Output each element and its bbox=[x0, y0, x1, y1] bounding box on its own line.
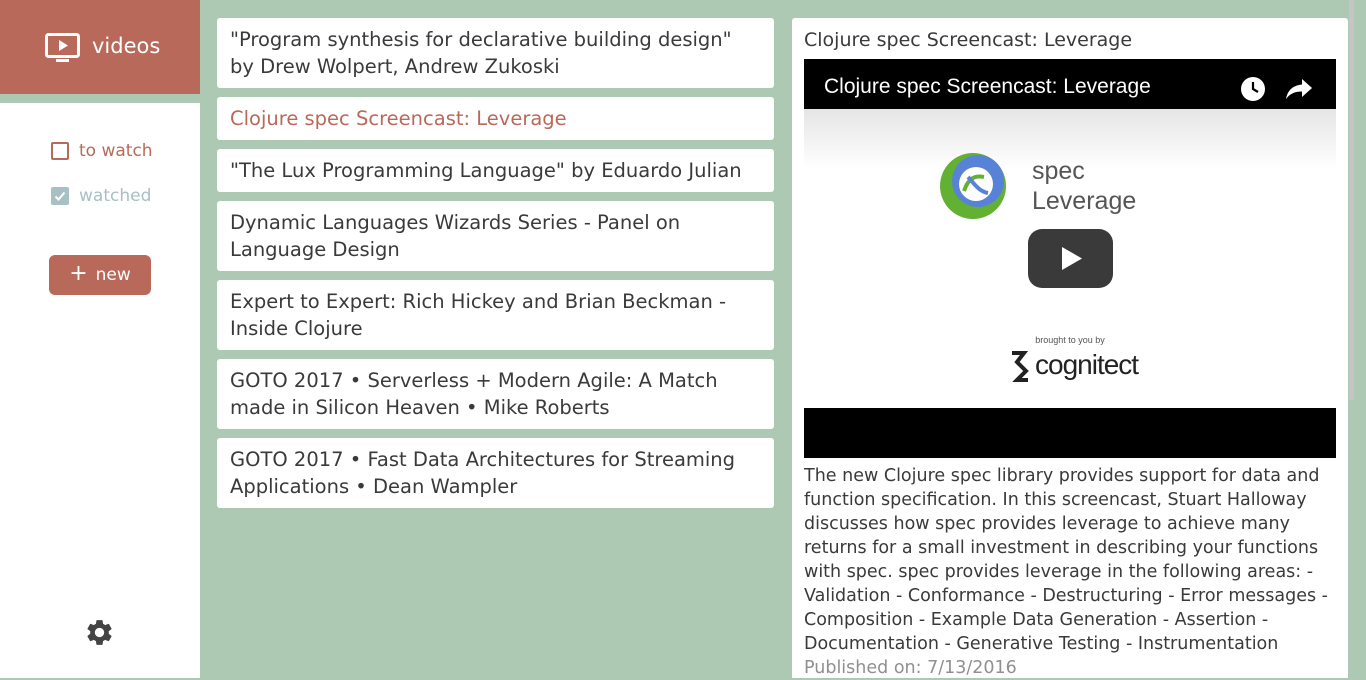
sponsor-name: cognitect bbox=[1035, 349, 1139, 380]
tv-play-icon bbox=[45, 33, 80, 62]
filter-label: watched bbox=[79, 186, 152, 206]
filter-watched[interactable]: watched bbox=[51, 186, 151, 206]
cognitect-logo-icon bbox=[1012, 351, 1029, 382]
video-detail: Clojure spec Screencast: Leverage Clojur… bbox=[792, 18, 1348, 678]
video-description: The new Clojure spec library provides su… bbox=[804, 464, 1336, 680]
filter-to-watch[interactable]: to watch bbox=[51, 141, 153, 161]
filter-label: to watch bbox=[79, 141, 153, 161]
thumbnail-line-2: Leverage bbox=[1032, 187, 1137, 215]
clojure-logo-icon bbox=[940, 153, 1006, 219]
video-list-item[interactable]: "The Lux Programming Language" by Eduard… bbox=[217, 149, 774, 192]
app-header[interactable]: videos bbox=[0, 0, 200, 94]
play-button-icon[interactable] bbox=[1028, 229, 1113, 288]
video-list: "Program synthesis for declarative build… bbox=[217, 18, 774, 517]
scrollbar[interactable] bbox=[1348, 0, 1356, 400]
player-title[interactable]: Clojure spec Screencast: Leverage bbox=[824, 75, 1151, 99]
watch-later-icon[interactable] bbox=[1240, 76, 1266, 102]
gear-icon[interactable] bbox=[84, 617, 115, 648]
video-list-item[interactable]: Expert to Expert: Rich Hickey and Brian … bbox=[217, 280, 774, 350]
video-list-item[interactable]: GOTO 2017 • Fast Data Architectures for … bbox=[217, 438, 774, 508]
video-thumbnail[interactable]: spec Leverage brought to you by cognitec… bbox=[804, 109, 1336, 408]
checkbox-unchecked-icon[interactable] bbox=[51, 142, 69, 160]
published-date: Published on: 7/13/2016 bbox=[804, 658, 1017, 678]
thumbnail-line-1: spec bbox=[1032, 157, 1085, 185]
video-player[interactable]: Clojure spec Screencast: Leverage spec L… bbox=[804, 59, 1336, 458]
share-icon[interactable] bbox=[1285, 77, 1313, 101]
plus-icon: + bbox=[69, 261, 88, 286]
app-title: videos bbox=[92, 34, 161, 58]
video-list-item-selected[interactable]: Clojure spec Screencast: Leverage bbox=[217, 97, 774, 140]
new-button-label: new bbox=[95, 265, 131, 285]
video-list-item[interactable]: "Program synthesis for declarative build… bbox=[217, 18, 774, 88]
detail-title: Clojure spec Screencast: Leverage bbox=[804, 29, 1133, 51]
new-video-button[interactable]: + new bbox=[49, 255, 151, 295]
brought-by-text: brought to you by bbox=[1035, 335, 1105, 345]
video-list-item[interactable]: GOTO 2017 • Serverless + Modern Agile: A… bbox=[217, 359, 774, 429]
checkbox-checked-icon[interactable] bbox=[51, 187, 69, 205]
header-gap bbox=[0, 94, 200, 103]
sidebar: videos to watch watched + new bbox=[0, 0, 200, 678]
video-list-item[interactable]: Dynamic Languages Wizards Series - Panel… bbox=[217, 201, 774, 271]
description-text: The new Clojure spec library provides su… bbox=[804, 466, 1328, 654]
